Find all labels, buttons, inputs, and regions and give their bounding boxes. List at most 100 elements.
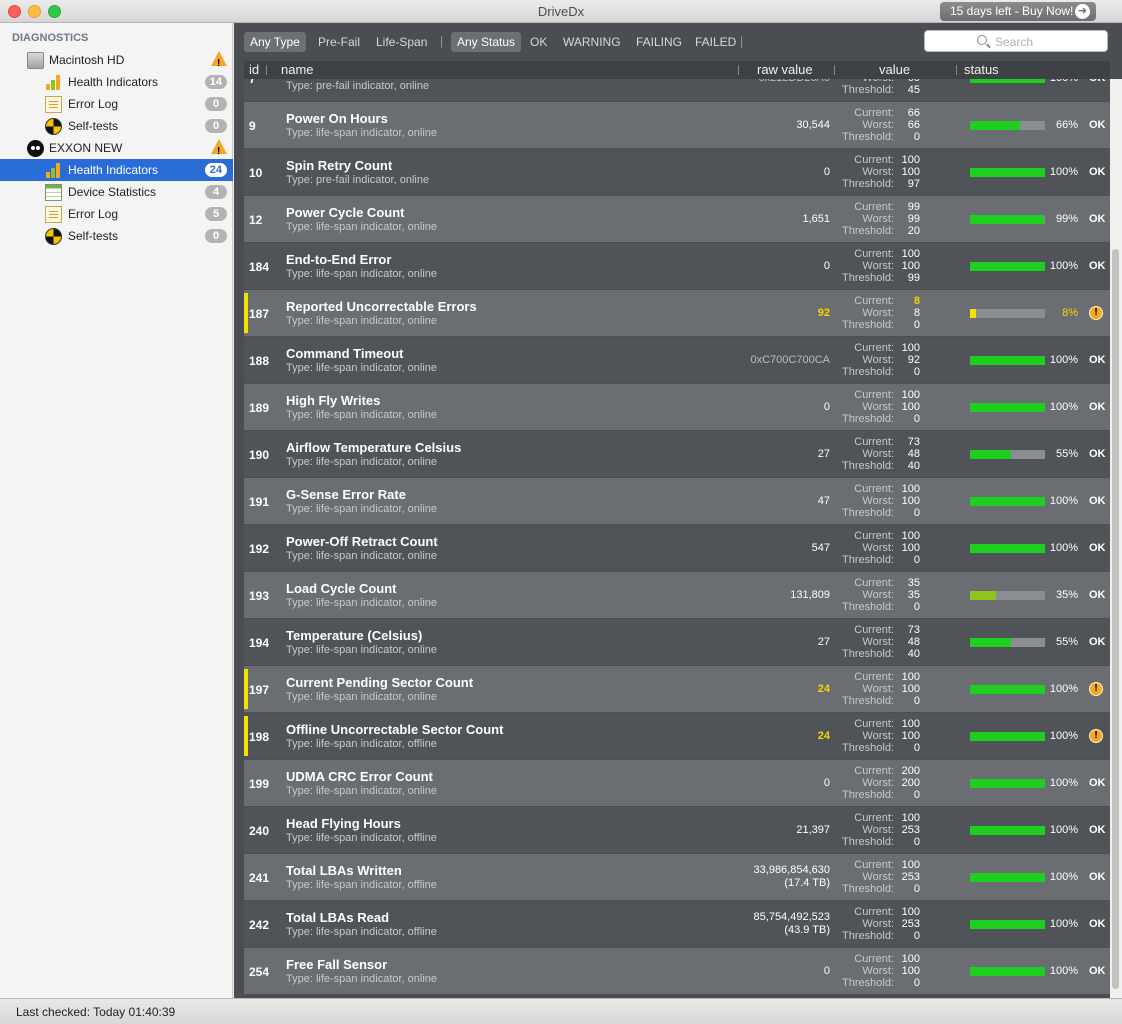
health-bar-fill (970, 168, 1045, 177)
table-row[interactable]: 187 Reported Uncorrectable Errors Type: li… (244, 290, 1110, 336)
column-header-id[interactable]: id (249, 62, 259, 77)
threshold-label: Threshold: (842, 930, 894, 942)
column-header-status[interactable]: status (964, 62, 999, 77)
attribute-id: 241 (249, 871, 270, 885)
filter-pre-fail[interactable]: Pre-Fail (312, 32, 366, 52)
table-row[interactable]: 189 High Fly Writes Type: life-span indica… (244, 384, 1110, 430)
filter-warning[interactable]: WARNING (557, 32, 627, 52)
worst-label: Worst: (862, 448, 894, 460)
scrollbar[interactable] (1110, 79, 1122, 998)
threshold-label: Threshold: (842, 460, 894, 472)
column-header-value[interactable]: value (879, 62, 910, 77)
sidebar-item-error-log[interactable]: Error Log 0 (0, 93, 233, 115)
current-value: 99 (907, 201, 920, 213)
table-row[interactable]: 194 Temperature (Celsius) Type: life-span … (244, 619, 1110, 665)
sidebar-drive-exxon-new[interactable]: EXXON NEW ! (0, 137, 233, 159)
table-row[interactable]: 10 Spin Retry Count Type: pre-fail indicat… (244, 149, 1110, 195)
filter-life-span[interactable]: Life-Span (370, 32, 433, 52)
table-row[interactable]: 12 Power Cycle Count Type: life-span indic… (244, 196, 1110, 242)
health-bar (970, 591, 1045, 600)
current-value: 73 (907, 624, 920, 636)
attribute-id: 193 (249, 589, 270, 603)
threshold-value: 45 (907, 84, 920, 96)
health-bar-fill (970, 967, 1045, 976)
hard-disk-icon (27, 52, 44, 69)
current-value: 100 (901, 154, 920, 166)
filter-any-status[interactable]: Any Status (451, 32, 522, 52)
sidebar-item-label: Self-tests (68, 119, 119, 133)
sidebar-item-health-indicators[interactable]: Health Indicators 14 (0, 71, 233, 93)
filter-any-type[interactable]: Any Type (244, 32, 306, 52)
health-bar-fill (970, 591, 997, 600)
health-percent: 100% (1049, 401, 1078, 413)
current-label: Current: (854, 201, 894, 213)
attribute-name: Airflow Temperature Celsius (286, 440, 462, 455)
sidebar-item-self-tests[interactable]: Self-tests 0 (0, 115, 233, 137)
threshold-label: Threshold: (842, 366, 894, 378)
sidebar-item-health-indicators-selected[interactable]: Health Indicators 24 (0, 159, 233, 181)
warning-marker (244, 293, 248, 333)
sidebar-item-label: Self-tests (68, 229, 119, 243)
search-field[interactable]: Search (924, 30, 1108, 52)
column-separator (738, 65, 739, 75)
status-ok: OK (1089, 401, 1106, 413)
column-header-name[interactable]: name (281, 62, 314, 77)
table-row[interactable]: 193 Load Cycle Count Type: life-span indic… (244, 572, 1110, 618)
attribute-name: Power On Hours (286, 111, 388, 126)
table-row[interactable]: 197 Current Pending Sector Count Type: lif… (244, 666, 1110, 712)
health-bar-fill (970, 356, 1045, 365)
sidebar-item-device-statistics[interactable]: Device Statistics 4 (0, 181, 233, 203)
buy-now-button[interactable]: 15 days left - Buy Now! ➜ (940, 2, 1096, 21)
attribute-id: 240 (249, 824, 270, 838)
health-percent: 100% (1049, 777, 1078, 789)
worst-value: 92 (907, 354, 920, 366)
warning-marker (244, 669, 248, 709)
threshold-value: 0 (913, 131, 920, 143)
table-row[interactable]: 191 G-Sense Error Rate Type: life-span ind… (244, 478, 1110, 524)
worst-value: 100 (901, 495, 920, 507)
health-bar-fill (970, 309, 976, 318)
attribute-type: Type: life-span indicator, offline (286, 832, 437, 844)
health-bar (970, 967, 1045, 976)
table-row[interactable]: 198 Offline Uncorrectable Sector Count Typ… (244, 713, 1110, 759)
current-value: 66 (907, 107, 920, 119)
table-row[interactable]: 241 Total LBAs Written Type: life-span ind… (244, 854, 1110, 900)
table-row[interactable]: 240 Head Flying Hours Type: life-span indi… (244, 807, 1110, 853)
current-value: 200 (901, 765, 920, 777)
sidebar-item-self-tests[interactable]: Self-tests 0 (0, 225, 233, 247)
filter-separator: | (440, 34, 444, 48)
filter-failing[interactable]: FAILING (630, 32, 688, 52)
value-labels: Current:Worst:Threshold: (804, 201, 894, 237)
attribute-id: 189 (249, 401, 270, 415)
value-numbers: 100 253 0 (896, 906, 920, 942)
table-row[interactable]: 184 End-to-End Error Type: life-span indic… (244, 243, 1110, 289)
filter-failed[interactable]: FAILED (689, 32, 742, 52)
bar-chart-icon (45, 162, 62, 179)
attribute-type: Type: life-span indicator, offline (286, 926, 437, 938)
value-numbers: 100 253 0 (896, 812, 920, 848)
value-labels: Current:Worst:Threshold: (804, 718, 894, 754)
value-numbers: 99 99 20 (896, 201, 920, 237)
filter-ok[interactable]: OK (524, 32, 553, 52)
current-label: Current: (854, 530, 894, 542)
attribute-id: 184 (249, 260, 270, 274)
table-row[interactable]: 7Seek Error RateType: pre-fail indicator… (244, 79, 1110, 101)
attribute-type: Type: life-span indicator, offline (286, 879, 437, 891)
value-labels: Current:Worst:Threshold: (804, 812, 894, 848)
attribute-type: Type: life-span indicator, online (286, 268, 438, 280)
column-header-raw-value[interactable]: raw value (757, 62, 813, 77)
scrollbar-thumb[interactable] (1112, 249, 1119, 989)
table-row[interactable]: 188 Command Timeout Type: life-span indica… (244, 337, 1110, 383)
sidebar-item-error-log[interactable]: Error Log 5 (0, 203, 233, 225)
table-row[interactable]: 254 Free Fall Sensor Type: life-span indic… (244, 948, 1110, 994)
table-row[interactable]: 9 Power On Hours Type: life-span indicator… (244, 102, 1110, 148)
sidebar-drive-macintosh-hd[interactable]: Macintosh HD ! (0, 49, 233, 71)
table-row[interactable]: 242 Total LBAs Read Type: life-span indica… (244, 901, 1110, 947)
table-row[interactable]: 192 Power-Off Retract Count Type: life-spa… (244, 525, 1110, 571)
table-row[interactable]: 199 UDMA CRC Error Count Type: life-span i… (244, 760, 1110, 806)
table-row[interactable]: 190 Airflow Temperature Celsius Type: life… (244, 431, 1110, 477)
threshold-value: 40 (907, 648, 920, 660)
value-numbers: 100 100 0 (896, 718, 920, 754)
value-labels: Current:Worst:Threshold: (804, 577, 894, 613)
health-bar (970, 779, 1045, 788)
